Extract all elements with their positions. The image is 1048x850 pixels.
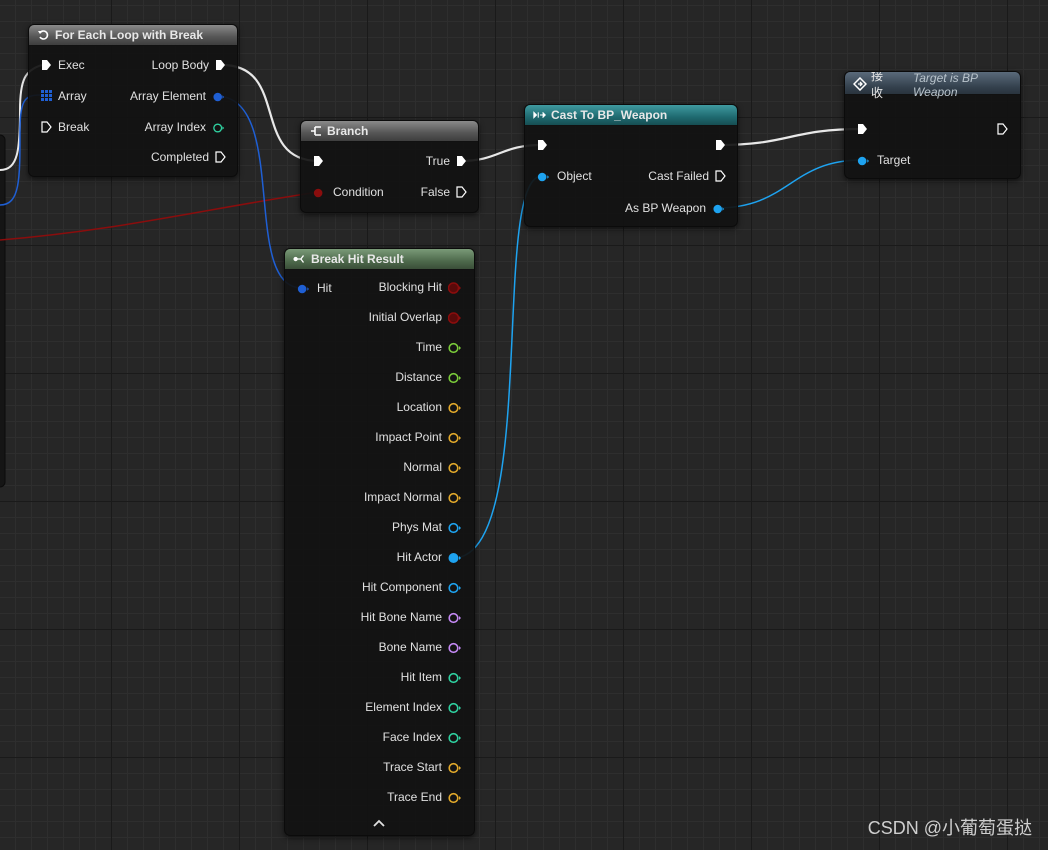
pin-label: Target	[877, 153, 911, 167]
receive-function-node[interactable]: 接收 Target is BP Weapon Target	[844, 71, 1021, 179]
node-title: For Each Loop with Break	[55, 28, 204, 42]
impact-normal-pin[interactable]	[448, 492, 462, 504]
node-header[interactable]: For Each Loop with Break	[29, 25, 237, 46]
pin-label: Exec	[58, 58, 85, 72]
break-struct-icon	[293, 252, 307, 266]
pin-label: Cast Failed	[648, 169, 709, 183]
pin-label: Hit	[317, 281, 332, 295]
node-header[interactable]: Cast To BP_Weapon	[525, 105, 737, 126]
branch-node[interactable]: Branch Condition True False	[300, 120, 479, 213]
pin-label: Array Index	[144, 120, 206, 134]
pin-label: Impact Normal	[363, 490, 442, 504]
pin-label: Break	[58, 120, 90, 134]
completed-pin[interactable]	[215, 151, 226, 163]
pin-label: Object	[557, 169, 592, 183]
impact-point-pin[interactable]	[448, 432, 462, 444]
condition-pin[interactable]	[313, 187, 325, 199]
node-title: 接收	[871, 71, 884, 100]
pin-label: Bone Name	[378, 640, 442, 654]
exec-in-pin[interactable]	[41, 59, 52, 71]
pin-label: Hit Component	[361, 580, 442, 594]
false-exec-pin[interactable]	[456, 186, 467, 198]
face-index-pin[interactable]	[448, 732, 462, 744]
hit-bone-name-pin[interactable]	[448, 612, 462, 624]
pin-label: Face Index	[382, 730, 442, 744]
pin-label: Array Element	[129, 89, 206, 103]
pin-label: Condition	[333, 185, 384, 199]
break-exec-pin[interactable]	[41, 121, 52, 133]
loop-body-pin[interactable]	[215, 59, 226, 71]
exec-in-pin[interactable]	[857, 123, 868, 135]
node-title: Branch	[327, 124, 369, 138]
for-each-loop-node[interactable]: For Each Loop with Break Exec Array Brea…	[28, 24, 238, 177]
time-pin[interactable]	[448, 342, 462, 354]
pin-label: Hit Actor	[396, 550, 442, 564]
node-header[interactable]: 接收 Target is BP Weapon	[845, 72, 1020, 100]
initial-overlap-pin[interactable]	[448, 312, 462, 324]
pin-label: Trace End	[387, 790, 442, 804]
pin-label: Completed	[150, 150, 209, 164]
normal-pin[interactable]	[448, 462, 462, 474]
cast-failed-pin[interactable]	[715, 170, 726, 182]
pin-label: As BP Weapon	[625, 201, 706, 215]
hit-struct-pin[interactable]	[297, 283, 309, 295]
node-title: Cast To BP_Weapon	[551, 108, 668, 122]
loop-icon	[37, 28, 51, 42]
exec-in-pin[interactable]	[313, 155, 324, 167]
blocking-hit-pin[interactable]	[448, 282, 462, 294]
distance-pin[interactable]	[448, 372, 462, 384]
node-subtitle: Target is BP Weapon	[913, 71, 978, 99]
element-index-pin[interactable]	[448, 702, 462, 714]
array-element-pin[interactable]	[213, 91, 225, 103]
pin-label: Location	[396, 400, 442, 414]
pin-label: Hit Bone Name	[360, 610, 442, 624]
exec-in-pin[interactable]	[537, 139, 548, 151]
function-icon	[853, 77, 867, 91]
trace-start-pin[interactable]	[448, 762, 462, 774]
pin-label: Element Index	[365, 700, 442, 714]
pin-label: Blocking Hit	[378, 280, 442, 294]
node-header[interactable]: Break Hit Result	[285, 249, 474, 270]
pin-label: Loop Body	[151, 58, 209, 72]
pin-label: Impact Point	[375, 430, 442, 444]
pin-label: False	[420, 185, 450, 199]
cast-arrow-icon	[533, 108, 547, 122]
exec-out-pin[interactable]	[997, 123, 1008, 135]
exec-out-pin[interactable]	[715, 139, 726, 151]
pin-label: Initial Overlap	[368, 310, 442, 324]
pin-label: Hit Item	[400, 670, 442, 684]
chevron-up-icon[interactable]	[373, 815, 385, 830]
cast-to-bp-weapon-node[interactable]: Cast To BP_Weapon Object Cast Failed As …	[524, 104, 738, 227]
pin-label: Distance	[395, 370, 442, 384]
pin-label: Array	[58, 89, 87, 103]
as-bp-weapon-pin[interactable]	[713, 203, 725, 215]
hit-actor-pin[interactable]	[448, 552, 462, 564]
watermark: CSDN @小葡萄蛋挞	[867, 818, 1032, 838]
phys-mat-pin[interactable]	[448, 522, 462, 534]
true-exec-pin[interactable]	[456, 155, 467, 167]
hit-item-pin[interactable]	[448, 672, 462, 684]
branch-icon	[309, 124, 323, 138]
node-header[interactable]: Branch	[301, 121, 478, 142]
array-index-pin[interactable]	[213, 122, 225, 134]
pin-label: Normal	[403, 460, 442, 474]
target-pin[interactable]	[857, 155, 869, 167]
pin-label: Phys Mat	[391, 520, 442, 534]
array-grid-icon[interactable]	[41, 90, 53, 102]
break-hit-result-node[interactable]: Break Hit Result Hit Blocking Hit Initial…	[284, 248, 475, 836]
offscreen-node-edge	[0, 134, 6, 488]
condition-wire	[0, 191, 319, 241]
pin-label: True	[425, 154, 450, 168]
hit-component-pin[interactable]	[448, 582, 462, 594]
object-pin[interactable]	[537, 171, 549, 183]
trace-end-pin[interactable]	[448, 792, 462, 804]
location-pin[interactable]	[448, 402, 462, 414]
node-title: Break Hit Result	[311, 252, 404, 266]
cast-exec-wire	[717, 127, 863, 147]
pin-label: Trace Start	[383, 760, 442, 774]
pin-label: Time	[415, 340, 442, 354]
bone-name-pin[interactable]	[448, 642, 462, 654]
